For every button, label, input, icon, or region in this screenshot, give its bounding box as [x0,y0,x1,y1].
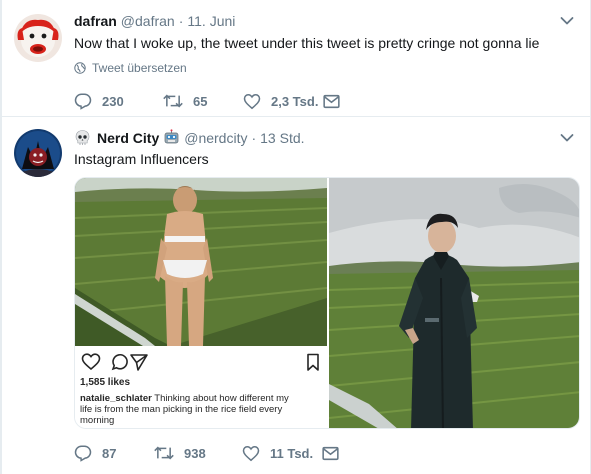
globe-icon [74,62,86,74]
reply-button[interactable]: 87 [74,444,154,462]
comment-icon [111,353,128,371]
tweet-dafran[interactable]: dafran @dafran · 11. Juni Now that I wok… [2,0,590,117]
tweet-nerdcity[interactable]: Nerd City @nerdcity · 13 Std. Instagram … [2,117,590,474]
heart-icon [243,93,261,109]
author-handle[interactable]: @nerdcity [184,130,247,146]
author-handle[interactable]: @dafran [121,13,175,29]
tweet-text: Instagram Influencers [74,151,209,167]
instagram-caption: natalie_schlater Thinking about how diff… [80,393,300,426]
tweet-actions: 230 65 2,3 Tsd. [74,91,350,111]
chevron-down-icon[interactable] [560,133,574,143]
instagram-likes: 1,585 likes [80,377,131,388]
retweet-icon [154,446,174,460]
instagram-username: natalie_schlater [80,393,152,404]
skull-emoji-icon [75,130,90,145]
timeline-stream: dafran @dafran · 11. Juni Now that I wok… [2,0,590,474]
tweet-text: Now that I woke up, the tweet under this… [74,35,540,51]
tweet-media[interactable]: 1,585 likes natalie_schlater Thinking ab… [74,177,580,429]
chevron-down-icon[interactable] [560,16,574,26]
share-icon [130,354,148,371]
avatar[interactable] [14,129,62,177]
reply-button[interactable]: 230 [74,92,163,110]
like-count: 11 Tsd. [270,445,314,461]
separator-dot: · [251,129,257,146]
timestamp[interactable]: 11. Juni [187,13,235,29]
reply-icon [74,445,92,462]
author-name[interactable]: dafran [74,13,117,29]
translate-link[interactable]: Tweet übersetzen [74,61,187,75]
dm-button[interactable] [322,446,349,461]
tweet-actions: 87 938 11 Tsd. [74,443,349,463]
retweet-button[interactable]: 938 [154,444,242,462]
retweet-count: 65 [193,93,208,109]
envelope-icon [323,94,340,108]
reply-count: 230 [102,93,124,109]
reply-icon [74,93,92,110]
translate-label: Tweet übersetzen [92,61,187,75]
retweet-button[interactable]: 65 [163,92,243,110]
instagram-actions [81,353,319,371]
reply-count: 87 [102,445,117,461]
bookmark-icon [307,353,319,371]
media-photo-instagram-post[interactable]: 1,585 likes natalie_schlater Thinking ab… [75,178,327,428]
author-name[interactable]: Nerd City [97,130,159,146]
envelope-icon [322,446,339,460]
like-button[interactable]: 11 Tsd. [242,445,322,462]
man-rice-field-photo [329,178,579,428]
tweet-header: dafran @dafran · 11. Juni [74,13,235,29]
tweet-header: Nerd City @nerdcity · 13 Std. [74,129,305,146]
heart-icon [81,353,101,371]
retweet-count: 938 [184,445,206,461]
like-button[interactable]: 2,3 Tsd. [243,93,323,110]
dm-button[interactable] [323,94,350,109]
instagram-post-footer: 1,585 likes natalie_schlater Thinking ab… [75,346,327,428]
robot-emoji-icon [164,129,179,144]
heart-icon [242,445,260,461]
rice-field-photo [75,178,327,346]
separator-dot: · [178,13,184,29]
like-count: 2,3 Tsd. [271,93,319,109]
timestamp[interactable]: 13 Std. [260,130,304,146]
media-photo-man-in-field[interactable] [329,178,579,428]
avatar[interactable] [14,14,62,62]
retweet-icon [163,94,183,108]
